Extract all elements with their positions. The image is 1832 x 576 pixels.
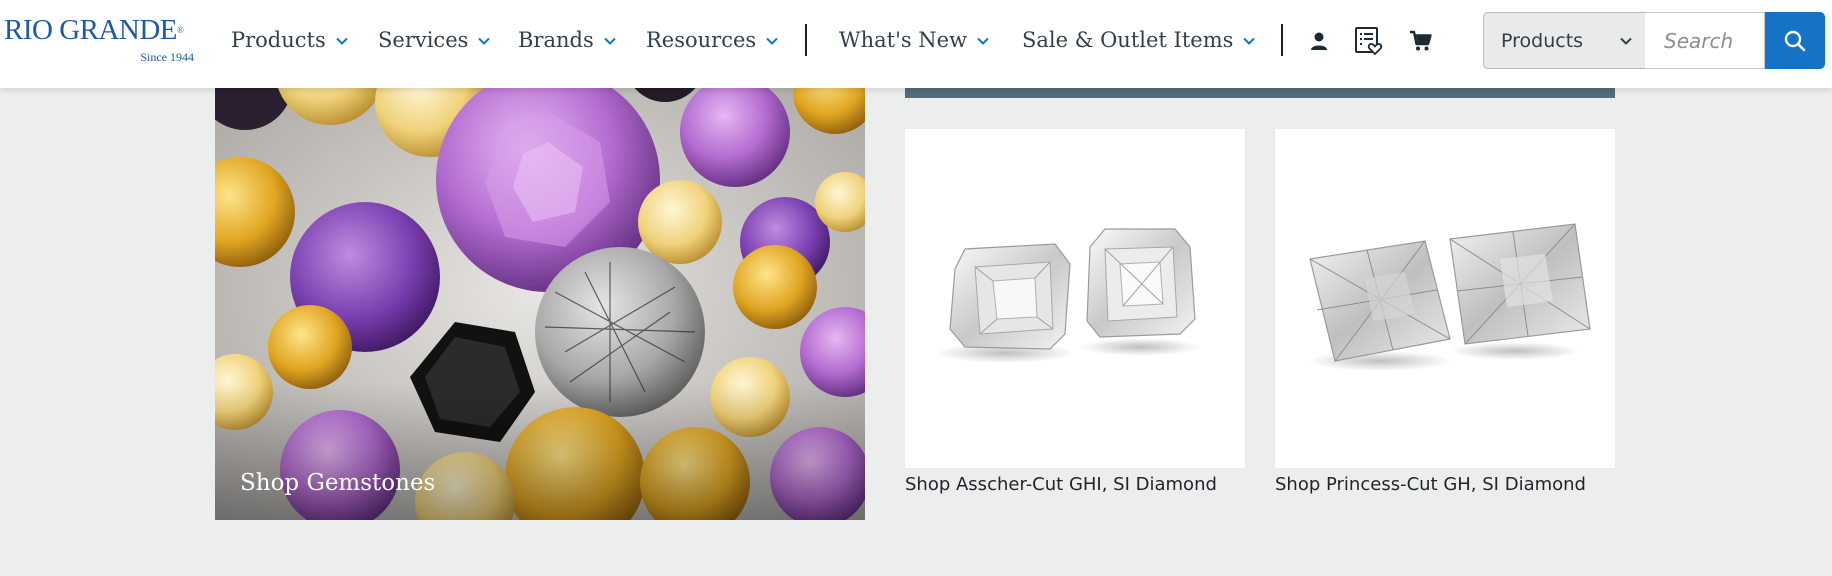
nav-resources[interactable]: Resources — [646, 26, 779, 54]
search-category-value: Products — [1501, 29, 1584, 52]
user-icon — [1311, 32, 1327, 50]
nav-divider — [1281, 24, 1283, 56]
chevron-down-icon — [977, 37, 989, 45]
gemstones-image — [215, 62, 865, 520]
shopping-list-button[interactable] — [1352, 24, 1386, 58]
search-icon — [1784, 30, 1806, 51]
nav-services[interactable]: Services — [378, 26, 491, 54]
nav-label: What's New — [839, 28, 968, 52]
search-category-select[interactable]: Products — [1483, 12, 1646, 69]
logo-tagline: Since 1944 — [140, 50, 194, 64]
princess-diamond-image — [1275, 129, 1615, 468]
chevron-down-icon — [1243, 37, 1256, 45]
nav-label: Products — [231, 28, 326, 52]
logo-wordmark: RIO GRANDE — [4, 14, 178, 46]
nav-divider — [805, 24, 807, 56]
product-card-princess[interactable]: Shop Princess-Cut GH, SI Diamond — [1275, 129, 1615, 495]
nav-label: Resources — [646, 28, 757, 52]
nav-brands[interactable]: Brands — [518, 26, 617, 54]
nav-label: Services — [378, 28, 469, 52]
chevron-down-icon — [336, 37, 348, 45]
nav-products[interactable]: Products — [231, 26, 349, 54]
product-label: Shop Asscher-Cut GHI, SI Diamond — [905, 474, 1217, 495]
account-button[interactable] — [1302, 24, 1336, 58]
shop-gemstones-label: Shop Gemstones — [240, 470, 436, 496]
cart-icon — [1410, 30, 1432, 51]
chevron-down-icon — [1620, 37, 1632, 45]
asscher-diamond-image — [905, 129, 1245, 468]
chevron-down-icon — [478, 37, 491, 45]
nav-whats-new[interactable]: What's New — [839, 26, 990, 54]
search-input[interactable] — [1645, 12, 1765, 69]
chevron-down-icon — [604, 37, 616, 45]
nav-sale-outlet[interactable]: Sale & Outlet Items — [1022, 26, 1256, 54]
registered-mark: ® — [177, 25, 184, 35]
shop-gemstones-tile[interactable]: Shop Gemstones — [215, 62, 865, 520]
site-header: RIO GRANDE® Since 1944 Products Services… — [0, 0, 1832, 88]
chevron-down-icon — [766, 37, 778, 45]
product-card-asscher[interactable]: Shop Asscher-Cut GHI, SI Diamond — [905, 129, 1245, 495]
cart-button[interactable] — [1404, 24, 1438, 58]
search-button[interactable] — [1765, 12, 1825, 69]
nav-label: Sale & Outlet Items — [1022, 28, 1234, 52]
nav-label: Brands — [518, 28, 594, 52]
shopping-list-icon — [1355, 27, 1383, 56]
product-label: Shop Princess-Cut GH, SI Diamond — [1275, 474, 1586, 495]
rio-grande-logo[interactable]: RIO GRANDE® Since 1944 — [4, 14, 194, 66]
